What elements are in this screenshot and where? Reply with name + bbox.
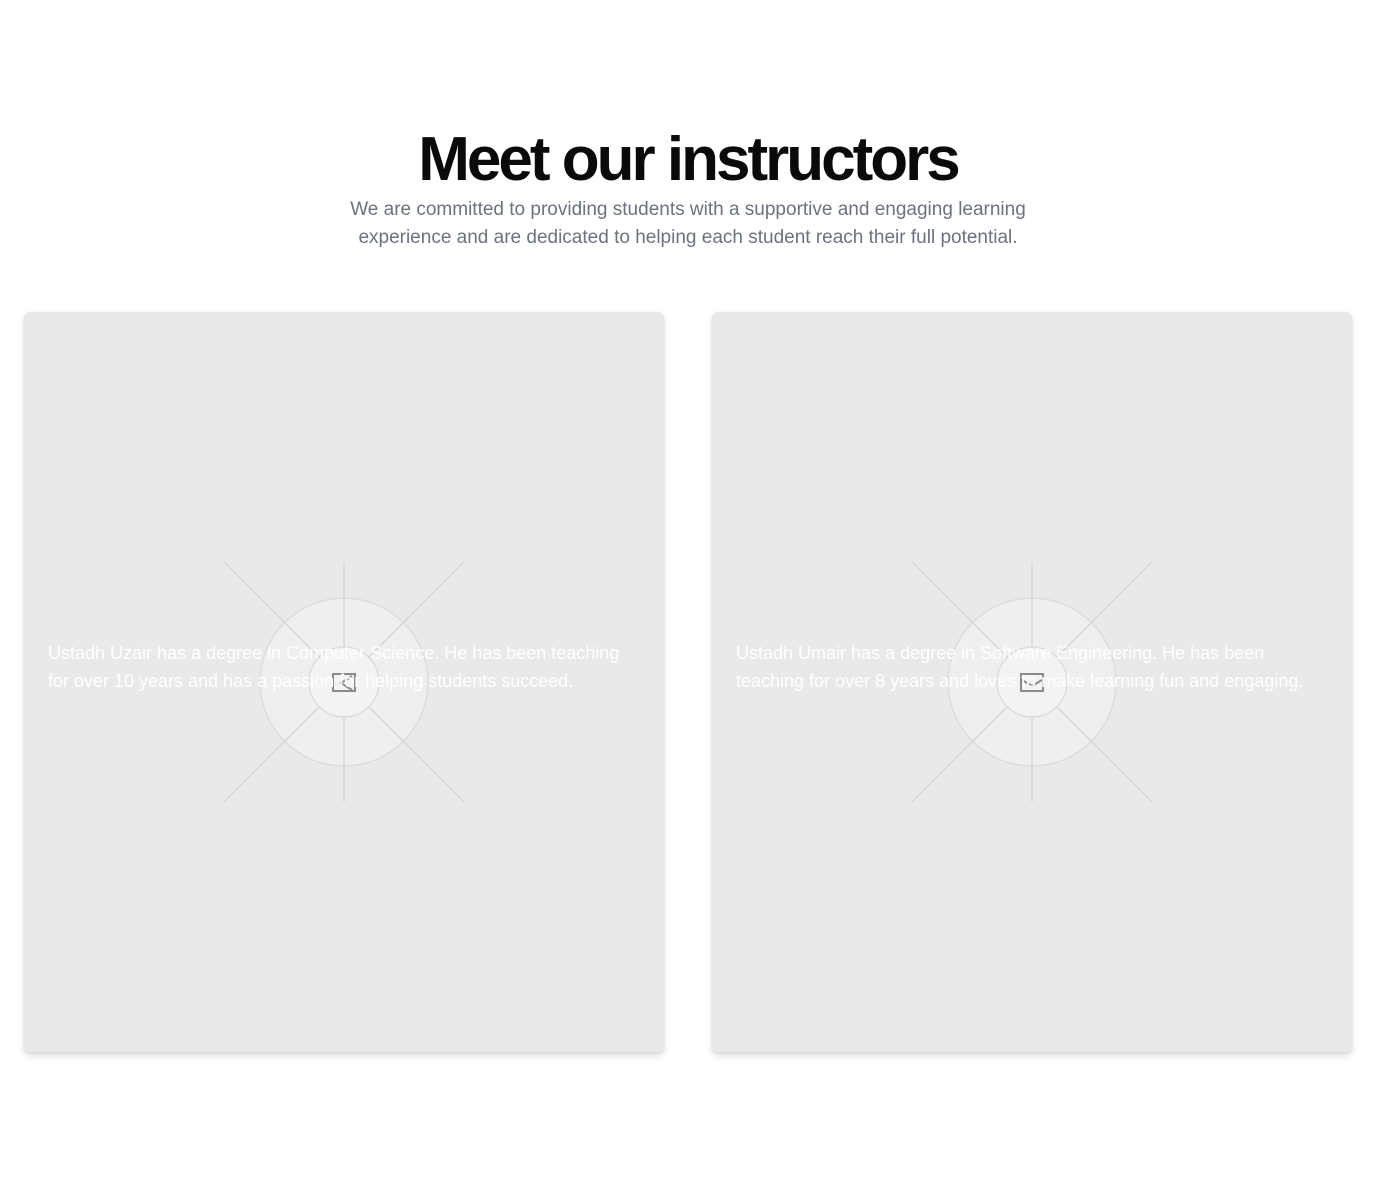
instructor-bio: Ustadh Uzair has a degree in Computer Sc…: [48, 643, 620, 691]
instructors-section: Meet our instructors We are committed to…: [0, 0, 1376, 1180]
instructor-card: Ustadh Umair has a degree in Software En…: [712, 312, 1352, 1052]
instructor-card: Ustadh Uzair has a degree in Computer Sc…: [24, 312, 664, 1052]
section-title: Meet our instructors: [418, 125, 960, 194]
instructor-bio: Ustadh Umair has a degree in Software En…: [736, 643, 1304, 691]
section-subtitle: We are committed to providing students w…: [350, 199, 1026, 248]
